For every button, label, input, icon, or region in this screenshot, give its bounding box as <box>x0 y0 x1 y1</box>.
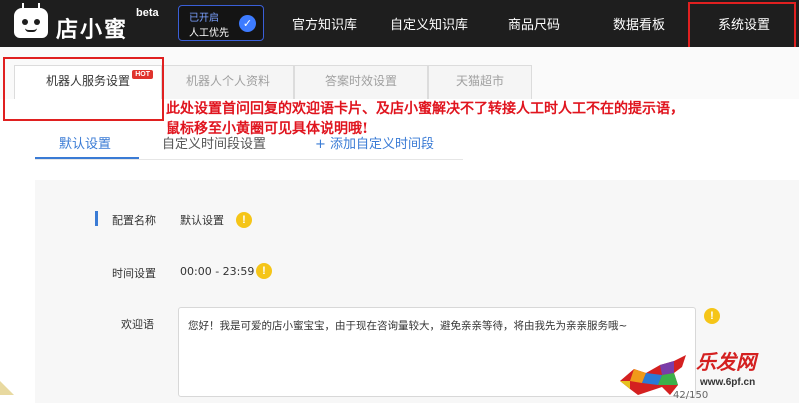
beta-label: beta <box>136 7 159 19</box>
nav-custom-kb[interactable]: 自定义知识库 <box>390 14 468 33</box>
robot-mascot-icon <box>14 3 48 38</box>
logo-text: 店小蜜 <box>56 18 129 43</box>
nav-official-kb[interactable]: 官方知识库 <box>292 14 357 33</box>
annotation-line-2: 鼠标移至小黄圈可见具体说明哦! <box>166 121 369 137</box>
nav-data-dashboard[interactable]: 数据看板 <box>613 14 665 33</box>
tab-label: 天猫超市 <box>455 74 504 88</box>
active-subtab-indicator <box>35 157 139 159</box>
config-name-label: 配置名称 <box>112 214 156 227</box>
section-marker <box>95 211 98 226</box>
tab-label: 答案时效设置 <box>324 74 397 88</box>
corner-decoration <box>0 381 14 395</box>
nav-product-size[interactable]: 商品尺码 <box>508 14 560 33</box>
bull-logo-icon <box>620 355 686 395</box>
info-icon[interactable]: ! <box>236 212 252 228</box>
welcome-message-text: 您好！我是可爱的店小蜜宝宝，由于现在咨询量较大，避免亲亲等待，将由我先为亲亲服务… <box>188 320 628 332</box>
tab-label: 机器人个人资料 <box>185 74 270 88</box>
info-icon[interactable]: ! <box>704 308 720 324</box>
watermark-url: www.6pf.cn <box>700 377 756 388</box>
tab-robot-profile[interactable]: 机器人个人资料 <box>162 65 294 99</box>
ai-badge-label: 人工优先 <box>189 28 229 39</box>
subtab-default[interactable]: 默认设置 <box>59 133 111 152</box>
annotation-line-1: 此处设置首问回复的欢迎语卡片、及店小蜜解决不了转接人工时人工不在的提示语， <box>166 101 684 117</box>
tab-tmall-supermarket[interactable]: 天猫超市 <box>428 65 532 99</box>
config-name-value: 默认设置 <box>180 214 224 227</box>
top-nav-bar: 店小蜜 beta 已开启 人工优先 ✓ 官方知识库 自定义知识库 商品尺码 数据… <box>0 0 799 47</box>
check-icon: ✓ <box>239 15 256 32</box>
subtab-divider <box>35 159 463 160</box>
app-logo[interactable]: 店小蜜 beta <box>14 3 164 43</box>
tab-answer-timeliness[interactable]: 答案时效设置 <box>294 65 428 99</box>
time-range-value: 00:00 - 23:59 <box>180 265 255 278</box>
watermark: 乐发网 www.6pf.cn <box>610 343 799 403</box>
watermark-title: 乐发网 <box>696 350 756 374</box>
service-settings-highlight <box>3 57 164 121</box>
ai-badge-status: 已开启 <box>189 13 219 24</box>
human-priority-toggle[interactable]: 已开启 人工优先 ✓ <box>178 5 264 41</box>
welcome-label: 欢迎语 <box>121 318 154 331</box>
time-settings-label: 时间设置 <box>112 267 156 280</box>
info-icon[interactable]: ! <box>256 263 272 279</box>
